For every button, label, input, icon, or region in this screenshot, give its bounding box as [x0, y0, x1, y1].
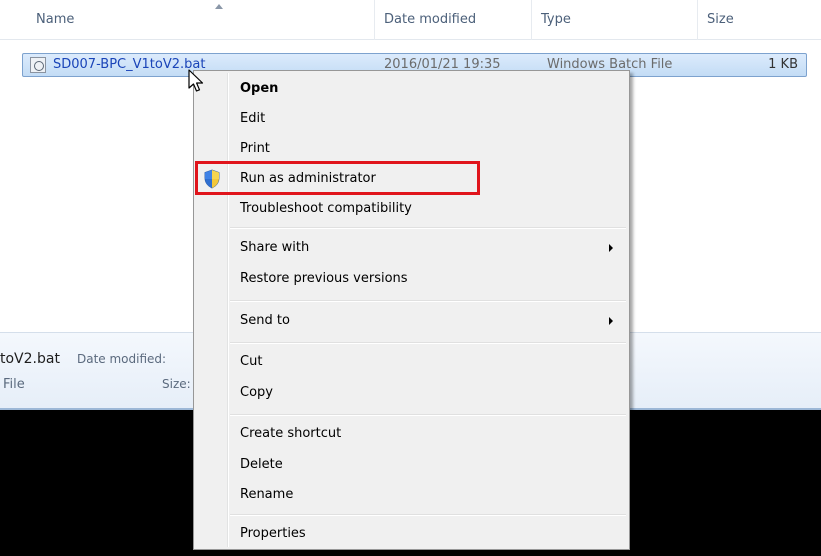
column-header-size[interactable]: Size — [697, 0, 821, 40]
menu-item-label: Edit — [240, 111, 266, 126]
menu-item-label: Copy — [240, 385, 273, 400]
details-size-label: Size: — [162, 377, 191, 391]
menu-item-rename[interactable]: Rename — [196, 482, 627, 508]
menu-item-send-to[interactable]: Send to — [196, 308, 627, 334]
menu-separator — [230, 227, 626, 229]
highlight-annotation-box — [195, 161, 480, 195]
details-date-label: Date modified: — [77, 352, 167, 366]
menu-item-troubleshoot-compatibility[interactable]: Troubleshoot compatibility — [196, 196, 627, 222]
menu-item-print[interactable]: Print — [196, 136, 627, 162]
menu-item-properties[interactable]: Properties — [196, 521, 627, 547]
submenu-arrow-icon — [609, 317, 613, 325]
sort-ascending-icon — [215, 4, 223, 9]
menu-item-label: Create shortcut — [240, 426, 342, 441]
menu-item-cut[interactable]: Cut — [196, 349, 627, 375]
menu-separator — [230, 514, 626, 516]
menu-item-label: Troubleshoot compatibility — [240, 201, 412, 216]
menu-item-label: Open — [240, 81, 279, 96]
menu-item-share-with[interactable]: Share with — [196, 235, 627, 261]
column-name-label: Name — [36, 12, 75, 27]
file-size: 1 KB — [768, 57, 798, 72]
details-file-name: toV2.bat — [0, 351, 60, 367]
menu-item-label: Cut — [240, 354, 263, 369]
menu-item-open[interactable]: Open — [196, 76, 627, 102]
column-type-label: Type — [541, 12, 571, 27]
column-header-bar: Name Date modified Type Size — [0, 0, 821, 40]
menu-item-label: Restore previous versions — [240, 271, 408, 286]
menu-separator — [230, 342, 626, 344]
menu-item-label: Print — [240, 141, 270, 156]
menu-item-label: Properties — [240, 526, 306, 541]
context-menu: Open Edit Print Run as administrator Tro… — [193, 70, 630, 550]
menu-item-copy[interactable]: Copy — [196, 380, 627, 406]
menu-item-delete[interactable]: Delete — [196, 452, 627, 478]
column-header-name[interactable]: Name — [27, 0, 372, 40]
menu-item-label: Delete — [240, 457, 283, 472]
batch-file-icon — [30, 57, 46, 73]
menu-item-create-shortcut[interactable]: Create shortcut — [196, 421, 627, 447]
column-date-label: Date modified — [384, 12, 477, 27]
submenu-arrow-icon — [609, 244, 613, 252]
mouse-pointer-icon — [188, 69, 204, 92]
column-size-label: Size — [707, 12, 734, 27]
menu-item-label: Send to — [240, 313, 290, 328]
menu-item-label: Rename — [240, 487, 294, 502]
menu-separator — [230, 414, 626, 416]
column-header-type[interactable]: Type — [531, 0, 697, 40]
file-name: SD007-BPC_V1toV2.bat — [53, 57, 206, 72]
menu-item-edit[interactable]: Edit — [196, 106, 627, 132]
menu-separator — [230, 300, 626, 302]
details-file-type: File — [3, 377, 25, 392]
menu-item-label: Share with — [240, 240, 310, 255]
column-header-date-modified[interactable]: Date modified — [374, 0, 531, 40]
menu-item-restore-previous-versions[interactable]: Restore previous versions — [196, 266, 627, 292]
